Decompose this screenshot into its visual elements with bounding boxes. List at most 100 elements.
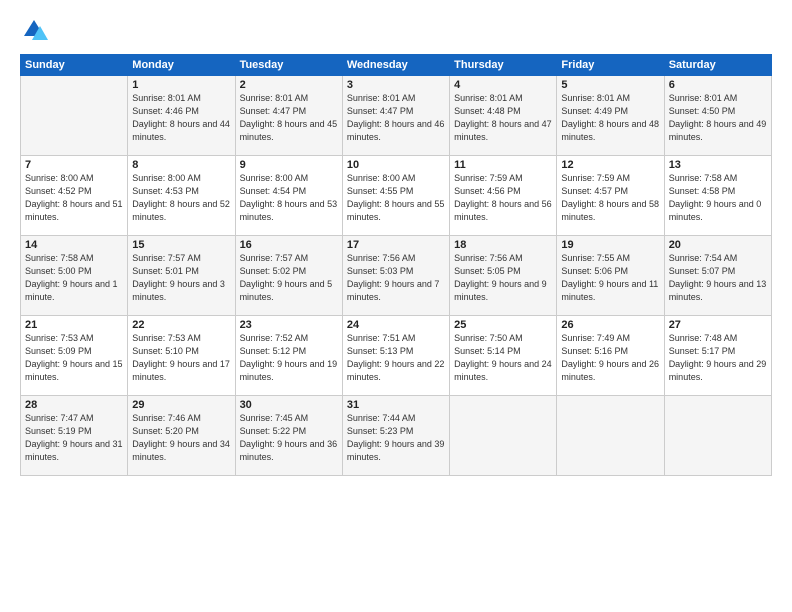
day-number: 18 (454, 239, 552, 251)
day-cell: 29Sunrise: 7:46 AM Sunset: 5:20 PM Dayli… (128, 396, 235, 476)
day-number: 22 (132, 319, 230, 331)
day-cell: 24Sunrise: 7:51 AM Sunset: 5:13 PM Dayli… (342, 316, 449, 396)
day-info: Sunrise: 7:56 AM Sunset: 5:03 PM Dayligh… (347, 252, 445, 304)
day-number: 23 (240, 319, 338, 331)
day-cell (557, 396, 664, 476)
day-cell: 1Sunrise: 8:01 AM Sunset: 4:46 PM Daylig… (128, 76, 235, 156)
col-header-wednesday: Wednesday (342, 55, 449, 76)
day-info: Sunrise: 7:53 AM Sunset: 5:10 PM Dayligh… (132, 332, 230, 384)
day-number: 17 (347, 239, 445, 251)
day-info: Sunrise: 8:00 AM Sunset: 4:54 PM Dayligh… (240, 172, 338, 224)
day-number: 14 (25, 239, 123, 251)
day-number: 29 (132, 399, 230, 411)
day-cell: 11Sunrise: 7:59 AM Sunset: 4:56 PM Dayli… (450, 156, 557, 236)
day-cell: 30Sunrise: 7:45 AM Sunset: 5:22 PM Dayli… (235, 396, 342, 476)
day-cell: 14Sunrise: 7:58 AM Sunset: 5:00 PM Dayli… (21, 236, 128, 316)
calendar-table: SundayMondayTuesdayWednesdayThursdayFrid… (20, 54, 772, 476)
col-header-tuesday: Tuesday (235, 55, 342, 76)
day-number: 16 (240, 239, 338, 251)
day-info: Sunrise: 8:01 AM Sunset: 4:47 PM Dayligh… (240, 92, 338, 144)
week-row-3: 14Sunrise: 7:58 AM Sunset: 5:00 PM Dayli… (21, 236, 772, 316)
day-info: Sunrise: 7:58 AM Sunset: 5:00 PM Dayligh… (25, 252, 123, 304)
day-cell: 16Sunrise: 7:57 AM Sunset: 5:02 PM Dayli… (235, 236, 342, 316)
day-cell: 20Sunrise: 7:54 AM Sunset: 5:07 PM Dayli… (664, 236, 771, 316)
col-header-sunday: Sunday (21, 55, 128, 76)
logo (20, 16, 52, 44)
day-cell: 19Sunrise: 7:55 AM Sunset: 5:06 PM Dayli… (557, 236, 664, 316)
day-cell: 6Sunrise: 8:01 AM Sunset: 4:50 PM Daylig… (664, 76, 771, 156)
day-info: Sunrise: 8:01 AM Sunset: 4:46 PM Dayligh… (132, 92, 230, 144)
day-info: Sunrise: 7:55 AM Sunset: 5:06 PM Dayligh… (561, 252, 659, 304)
day-number: 3 (347, 79, 445, 91)
week-row-2: 7Sunrise: 8:00 AM Sunset: 4:52 PM Daylig… (21, 156, 772, 236)
day-number: 19 (561, 239, 659, 251)
day-info: Sunrise: 8:00 AM Sunset: 4:55 PM Dayligh… (347, 172, 445, 224)
day-info: Sunrise: 8:01 AM Sunset: 4:49 PM Dayligh… (561, 92, 659, 144)
day-number: 15 (132, 239, 230, 251)
day-number: 24 (347, 319, 445, 331)
day-info: Sunrise: 8:01 AM Sunset: 4:47 PM Dayligh… (347, 92, 445, 144)
day-info: Sunrise: 7:53 AM Sunset: 5:09 PM Dayligh… (25, 332, 123, 384)
day-cell: 18Sunrise: 7:56 AM Sunset: 5:05 PM Dayli… (450, 236, 557, 316)
day-cell: 8Sunrise: 8:00 AM Sunset: 4:53 PM Daylig… (128, 156, 235, 236)
day-number: 9 (240, 159, 338, 171)
day-cell (664, 396, 771, 476)
day-info: Sunrise: 7:46 AM Sunset: 5:20 PM Dayligh… (132, 412, 230, 464)
day-cell: 26Sunrise: 7:49 AM Sunset: 5:16 PM Dayli… (557, 316, 664, 396)
day-cell: 17Sunrise: 7:56 AM Sunset: 5:03 PM Dayli… (342, 236, 449, 316)
day-info: Sunrise: 7:51 AM Sunset: 5:13 PM Dayligh… (347, 332, 445, 384)
day-cell: 4Sunrise: 8:01 AM Sunset: 4:48 PM Daylig… (450, 76, 557, 156)
header (20, 16, 772, 44)
day-number: 20 (669, 239, 767, 251)
week-row-4: 21Sunrise: 7:53 AM Sunset: 5:09 PM Dayli… (21, 316, 772, 396)
day-cell: 21Sunrise: 7:53 AM Sunset: 5:09 PM Dayli… (21, 316, 128, 396)
day-number: 21 (25, 319, 123, 331)
col-header-saturday: Saturday (664, 55, 771, 76)
day-info: Sunrise: 7:49 AM Sunset: 5:16 PM Dayligh… (561, 332, 659, 384)
page: SundayMondayTuesdayWednesdayThursdayFrid… (0, 0, 792, 612)
day-number: 6 (669, 79, 767, 91)
day-number: 1 (132, 79, 230, 91)
day-number: 8 (132, 159, 230, 171)
day-number: 31 (347, 399, 445, 411)
day-number: 11 (454, 159, 552, 171)
day-cell (450, 396, 557, 476)
day-info: Sunrise: 7:50 AM Sunset: 5:14 PM Dayligh… (454, 332, 552, 384)
day-info: Sunrise: 7:59 AM Sunset: 4:56 PM Dayligh… (454, 172, 552, 224)
day-info: Sunrise: 7:47 AM Sunset: 5:19 PM Dayligh… (25, 412, 123, 464)
day-number: 5 (561, 79, 659, 91)
day-info: Sunrise: 7:57 AM Sunset: 5:01 PM Dayligh… (132, 252, 230, 304)
day-cell: 3Sunrise: 8:01 AM Sunset: 4:47 PM Daylig… (342, 76, 449, 156)
day-number: 4 (454, 79, 552, 91)
day-info: Sunrise: 8:01 AM Sunset: 4:48 PM Dayligh… (454, 92, 552, 144)
day-number: 13 (669, 159, 767, 171)
day-number: 27 (669, 319, 767, 331)
logo-icon (20, 16, 48, 44)
day-info: Sunrise: 7:56 AM Sunset: 5:05 PM Dayligh… (454, 252, 552, 304)
day-info: Sunrise: 8:00 AM Sunset: 4:53 PM Dayligh… (132, 172, 230, 224)
header-row: SundayMondayTuesdayWednesdayThursdayFrid… (21, 55, 772, 76)
week-row-1: 1Sunrise: 8:01 AM Sunset: 4:46 PM Daylig… (21, 76, 772, 156)
day-cell: 5Sunrise: 8:01 AM Sunset: 4:49 PM Daylig… (557, 76, 664, 156)
day-cell: 25Sunrise: 7:50 AM Sunset: 5:14 PM Dayli… (450, 316, 557, 396)
day-info: Sunrise: 7:57 AM Sunset: 5:02 PM Dayligh… (240, 252, 338, 304)
day-cell (21, 76, 128, 156)
day-number: 12 (561, 159, 659, 171)
day-cell: 13Sunrise: 7:58 AM Sunset: 4:58 PM Dayli… (664, 156, 771, 236)
col-header-thursday: Thursday (450, 55, 557, 76)
day-info: Sunrise: 8:00 AM Sunset: 4:52 PM Dayligh… (25, 172, 123, 224)
day-info: Sunrise: 7:54 AM Sunset: 5:07 PM Dayligh… (669, 252, 767, 304)
day-info: Sunrise: 8:01 AM Sunset: 4:50 PM Dayligh… (669, 92, 767, 144)
day-cell: 23Sunrise: 7:52 AM Sunset: 5:12 PM Dayli… (235, 316, 342, 396)
day-cell: 15Sunrise: 7:57 AM Sunset: 5:01 PM Dayli… (128, 236, 235, 316)
day-cell: 22Sunrise: 7:53 AM Sunset: 5:10 PM Dayli… (128, 316, 235, 396)
day-number: 26 (561, 319, 659, 331)
day-number: 7 (25, 159, 123, 171)
day-cell: 2Sunrise: 8:01 AM Sunset: 4:47 PM Daylig… (235, 76, 342, 156)
day-info: Sunrise: 7:59 AM Sunset: 4:57 PM Dayligh… (561, 172, 659, 224)
day-info: Sunrise: 7:45 AM Sunset: 5:22 PM Dayligh… (240, 412, 338, 464)
day-number: 10 (347, 159, 445, 171)
week-row-5: 28Sunrise: 7:47 AM Sunset: 5:19 PM Dayli… (21, 396, 772, 476)
day-info: Sunrise: 7:48 AM Sunset: 5:17 PM Dayligh… (669, 332, 767, 384)
day-cell: 10Sunrise: 8:00 AM Sunset: 4:55 PM Dayli… (342, 156, 449, 236)
